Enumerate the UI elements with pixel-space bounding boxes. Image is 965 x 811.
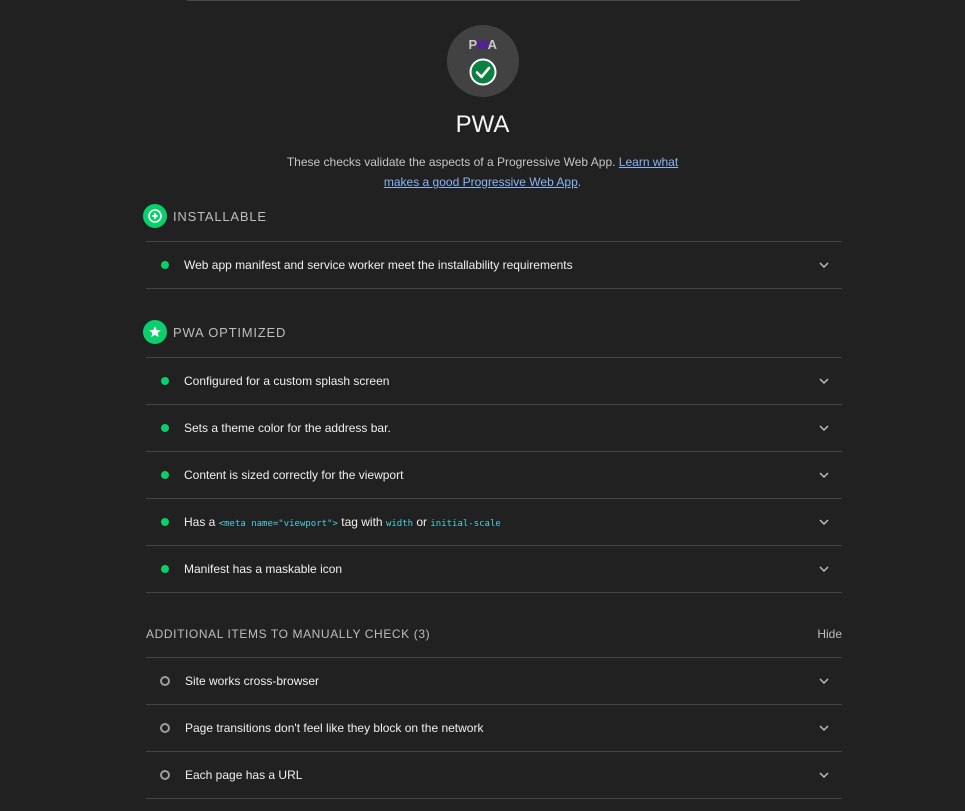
- pass-indicator: [161, 565, 169, 573]
- pass-indicator: [161, 377, 169, 385]
- manual-audit-list: Site works cross-browser Page transition…: [146, 657, 842, 799]
- pass-indicator: [161, 261, 169, 269]
- hide-toggle-button[interactable]: Hide: [817, 627, 842, 641]
- category-header: PWA PWA These checks validate the aspect…: [0, 25, 965, 192]
- chevron-down-icon[interactable]: [818, 375, 830, 387]
- code-width: width: [385, 519, 414, 529]
- installable-audit-list: Web app manifest and service worker meet…: [146, 241, 842, 289]
- pass-indicator: [161, 471, 169, 479]
- chevron-down-icon[interactable]: [818, 259, 830, 271]
- group-optimized-header: PWA OPTIMIZED: [143, 320, 286, 344]
- group-manual-label: ADDITIONAL ITEMS TO MANUALLY CHECK (3): [146, 627, 431, 641]
- chevron-down-icon[interactable]: [818, 469, 830, 481]
- group-manual-header: ADDITIONAL ITEMS TO MANUALLY CHECK (3) H…: [146, 627, 842, 641]
- pass-indicator: [161, 518, 169, 526]
- audit-row[interactable]: Site works cross-browser: [146, 657, 842, 704]
- category-title: PWA: [455, 111, 510, 138]
- audit-row[interactable]: Web app manifest and service worker meet…: [146, 241, 842, 289]
- star-icon: [143, 320, 167, 344]
- top-divider: [187, 0, 800, 1]
- audit-row[interactable]: Sets a theme color for the address bar.: [146, 404, 842, 451]
- manual-indicator: [160, 770, 170, 780]
- audit-title: Each page has a URL: [185, 768, 303, 782]
- manual-indicator: [160, 723, 170, 733]
- audit-row[interactable]: Configured for a custom splash screen: [146, 357, 842, 404]
- pass-indicator: [161, 424, 169, 432]
- audit-title: Web app manifest and service worker meet…: [184, 258, 573, 272]
- audit-title: Page transitions don't feel like they bl…: [185, 721, 484, 735]
- chevron-down-icon[interactable]: [818, 422, 830, 434]
- audit-title: Site works cross-browser: [185, 674, 320, 688]
- audit-title: Sets a theme color for the address bar.: [184, 421, 391, 435]
- check-circle-icon: [469, 58, 496, 86]
- pwa-badge: PWA: [446, 25, 519, 97]
- audit-title: Manifest has a maskable icon: [184, 562, 343, 576]
- category-description: These checks validate the aspects of a P…: [286, 155, 679, 189]
- plus-circle-icon: [143, 204, 167, 228]
- code-meta-viewport: <meta name="viewport">: [218, 519, 338, 529]
- audit-row[interactable]: Content is sized correctly for the viewp…: [146, 451, 842, 498]
- chevron-down-icon[interactable]: [818, 722, 830, 734]
- audit-title: Content is sized correctly for the viewp…: [184, 468, 404, 482]
- audit-title: Configured for a custom splash screen: [184, 374, 390, 388]
- chevron-down-icon[interactable]: [818, 769, 830, 781]
- group-optimized-label: PWA OPTIMIZED: [173, 324, 287, 340]
- code-initial-scale: initial-scale: [430, 519, 501, 529]
- audit-row[interactable]: Page transitions don't feel like they bl…: [146, 704, 842, 751]
- audit-title-viewport: Has a <meta name="viewport"> tag with wi…: [184, 515, 501, 529]
- pwa-badge-logo: PWA: [468, 37, 497, 52]
- audit-row[interactable]: Has a <meta name="viewport"> tag with wi…: [146, 498, 842, 545]
- manual-indicator: [160, 676, 170, 686]
- audit-row[interactable]: Manifest has a maskable icon: [146, 545, 842, 593]
- group-installable-header: INSTALLABLE: [143, 204, 267, 228]
- chevron-down-icon[interactable]: [818, 563, 830, 575]
- optimized-audit-list: Configured for a custom splash screen Se…: [146, 357, 842, 593]
- chevron-down-icon[interactable]: [818, 516, 830, 528]
- audit-row[interactable]: Each page has a URL: [146, 751, 842, 799]
- group-installable-label: INSTALLABLE: [173, 208, 267, 224]
- chevron-down-icon[interactable]: [818, 675, 830, 687]
